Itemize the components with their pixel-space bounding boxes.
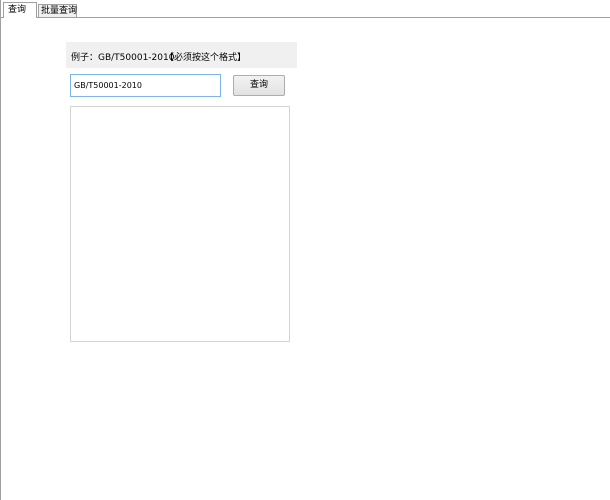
- query-button[interactable]: 查询: [233, 75, 285, 96]
- tab-query[interactable]: 查询: [3, 2, 37, 18]
- tab-strip: 查询 批量查询: [1, 0, 610, 18]
- result-textarea[interactable]: [70, 106, 290, 342]
- format-hint-panel: 例子：GB/T50001-2010 【必须按这个格式】: [66, 42, 297, 68]
- tab-batch-query[interactable]: 批量查询: [38, 4, 77, 18]
- main-window: 查询 批量查询 例子：GB/T50001-2010 【必须按这个格式】 查询: [0, 0, 610, 500]
- tab-strip-border: [1, 17, 610, 18]
- format-example-label: 例子：GB/T50001-2010: [71, 53, 175, 63]
- format-requirement-label: 【必须按这个格式】: [165, 53, 247, 63]
- standard-number-input[interactable]: [70, 74, 221, 97]
